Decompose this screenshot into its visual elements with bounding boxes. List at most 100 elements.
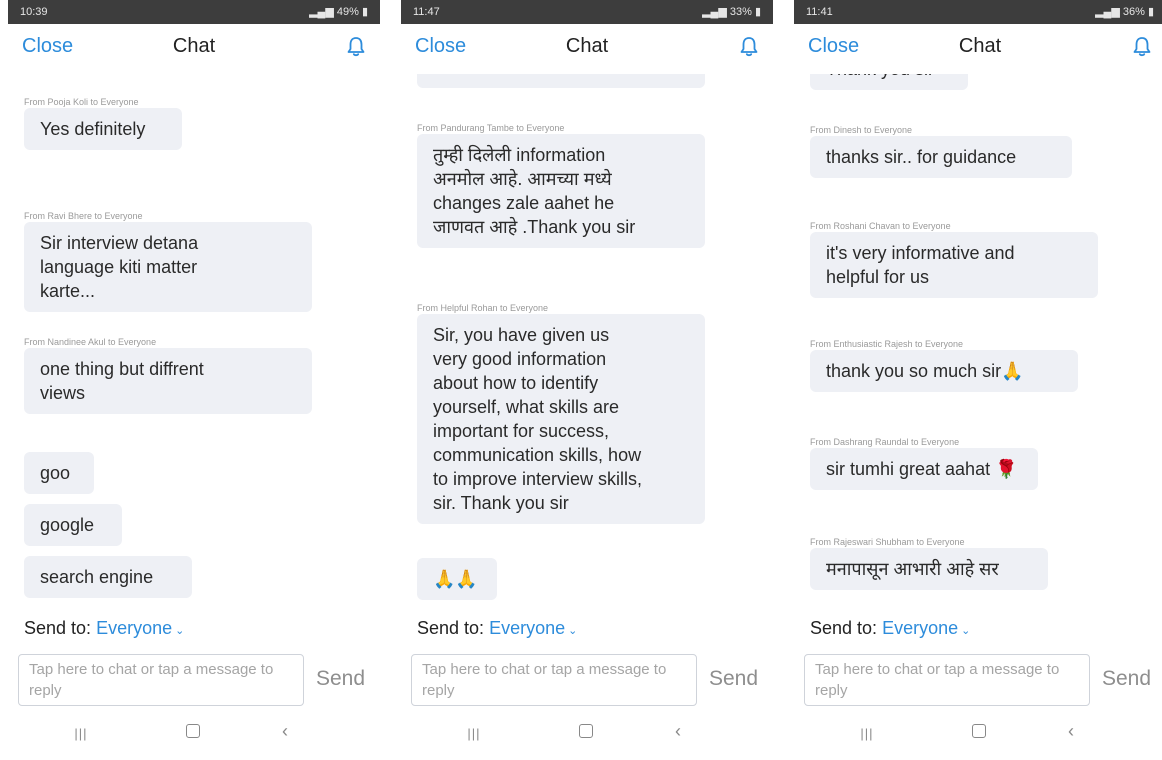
message-bubble[interactable]: तुम्ही दिलेली information अनमोल आहे. आमच… bbox=[417, 134, 705, 248]
send-to-label: Send to: bbox=[810, 618, 878, 638]
list-item[interactable]: From Enthusiastic Rajesh to Everyone than… bbox=[810, 338, 1078, 392]
system-nav-bar: ||| ‹ bbox=[8, 712, 380, 760]
bell-icon[interactable] bbox=[346, 36, 366, 58]
battery-icon: ▮ bbox=[751, 6, 761, 18]
message-bubble[interactable]: thank you so much sir🙏 bbox=[810, 350, 1078, 392]
chevron-down-icon: ⌄ bbox=[568, 625, 578, 637]
bell-icon[interactable] bbox=[739, 36, 759, 58]
send-button[interactable]: Send bbox=[316, 667, 365, 691]
message-bubble[interactable]: one thing but diffrent views bbox=[24, 348, 312, 414]
message-text: Sir interview detana language kiti matte… bbox=[40, 233, 199, 301]
status-bar: 11:41 ▂▄▆ 36% ▮ bbox=[794, 0, 1162, 24]
list-item[interactable]: From Ravi Bhere to Everyone Sir interview… bbox=[24, 210, 312, 312]
home-icon[interactable] bbox=[964, 724, 994, 743]
recipient-value: Everyone bbox=[489, 618, 566, 638]
battery-icon: ▮ bbox=[358, 6, 368, 18]
list-item[interactable]: Thank you sir bbox=[810, 74, 968, 90]
message-bubble[interactable]: thanks sir.. for guidance bbox=[810, 136, 1072, 178]
message-sender: From Pooja Koli to Everyone bbox=[24, 97, 139, 107]
message-bubble[interactable]: Sir, you have given us very good informa… bbox=[417, 314, 705, 524]
battery-icon: ▮ bbox=[1144, 6, 1154, 18]
system-nav-bar: ||| ‹ bbox=[794, 712, 1162, 760]
close-button[interactable]: Close bbox=[22, 35, 73, 58]
close-button[interactable]: Close bbox=[808, 35, 859, 58]
back-icon[interactable]: ‹ bbox=[270, 721, 300, 742]
message-text: 🙏🙏 bbox=[433, 569, 478, 589]
message-bubble[interactable]: search engine bbox=[24, 556, 192, 598]
message-bubble[interactable]: google bbox=[24, 504, 122, 546]
list-item[interactable]: google bbox=[24, 504, 122, 546]
back-icon[interactable]: ‹ bbox=[663, 721, 693, 742]
chat-screen-3: 11:41▂▄▆ 36% ▮CloseChatThank you sirFrom… bbox=[794, 0, 1162, 760]
chat-screen-2: 11:47 ▂▄▆ 33% ▮CloseChatinformative lectu… bbox=[401, 0, 773, 760]
list-item[interactable]: From Dashrang Raundal to Everyone sir tum… bbox=[810, 436, 1038, 490]
recipient-dropdown[interactable]: Everyone ⌄ bbox=[489, 618, 577, 638]
battery-indicator: ▂▄▆ 36% ▮ bbox=[1095, 0, 1154, 24]
chat-input[interactable]: Tap here to chat or tap a message to rep… bbox=[804, 654, 1090, 706]
recipient-value: Everyone bbox=[882, 618, 959, 638]
message-bubble[interactable]: 🙏🙏 bbox=[417, 558, 497, 600]
message-bubble[interactable]: Sir interview detana language kiti matte… bbox=[24, 222, 312, 312]
send-button[interactable]: Send bbox=[1102, 667, 1151, 691]
list-item[interactable]: From Roshani Chavan to Everyone it's very… bbox=[810, 220, 1098, 298]
recent-apps-icon[interactable]: ||| bbox=[852, 726, 882, 741]
list-item[interactable]: 🙏🙏 bbox=[417, 558, 497, 600]
chevron-down-icon: ⌄ bbox=[961, 625, 971, 637]
list-item[interactable]: goo bbox=[24, 452, 94, 494]
message-bubble[interactable]: it's very informative and helpful for us bbox=[810, 232, 1098, 298]
message-list: informative lecture From Pandurang Tambe … bbox=[401, 74, 773, 604]
bell-icon[interactable] bbox=[1132, 36, 1152, 58]
message-text: thank you so much sir🙏 bbox=[826, 361, 1024, 381]
send-to-row: Send to: Everyone ⌄ bbox=[417, 618, 577, 639]
list-item[interactable]: From Dinesh to Everyone thanks sir.. for … bbox=[810, 124, 1072, 178]
status-time: 11:41 bbox=[806, 6, 833, 18]
message-bubble[interactable]: Thank you sir bbox=[810, 74, 968, 90]
message-text: informative lecture bbox=[433, 74, 689, 79]
chat-header: Close Chat bbox=[401, 24, 773, 74]
signal-icon: ▂▄▆ bbox=[309, 6, 337, 18]
status-bar: 11:47 ▂▄▆ 33% ▮ bbox=[401, 0, 773, 24]
message-bubble[interactable]: मनापासून आभारी आहे सर bbox=[810, 548, 1048, 590]
list-item[interactable]: From Helpful Rohan to Everyone Sir, you h… bbox=[417, 302, 705, 524]
list-item[interactable]: From Rajeswari Shubham to Everyone मनापास… bbox=[810, 536, 1048, 590]
message-text: google bbox=[40, 515, 95, 535]
message-sender: From Dinesh to Everyone bbox=[810, 125, 913, 135]
list-item[interactable]: From Pooja Koli to Everyone Yes definitel… bbox=[24, 96, 182, 150]
home-icon[interactable] bbox=[571, 724, 601, 743]
list-item[interactable]: From Nandinee Akul to Everyone one thing … bbox=[24, 336, 312, 414]
status-time: 11:47 bbox=[413, 6, 440, 18]
list-item[interactable]: informative lecture bbox=[417, 74, 705, 88]
home-icon[interactable] bbox=[178, 724, 208, 743]
message-bubble[interactable]: sir tumhi great aahat 🌹 bbox=[810, 448, 1038, 490]
message-text: one thing but diffrent views bbox=[40, 359, 204, 403]
recipient-dropdown[interactable]: Everyone ⌄ bbox=[882, 618, 970, 638]
battery-indicator: ▂▄▆ 33% ▮ bbox=[702, 0, 761, 24]
message-bubble[interactable]: informative lecture bbox=[417, 74, 705, 88]
send-button[interactable]: Send bbox=[709, 667, 758, 691]
message-text: search engine bbox=[40, 567, 154, 587]
recent-apps-icon[interactable]: ||| bbox=[66, 726, 96, 741]
battery-percent: 49% bbox=[336, 6, 359, 18]
message-list: From Pooja Koli to Everyone Yes definitel… bbox=[8, 74, 380, 604]
chat-input[interactable]: Tap here to chat or tap a message to rep… bbox=[18, 654, 304, 706]
chat-input[interactable]: Tap here to chat or tap a message to rep… bbox=[411, 654, 697, 706]
list-item[interactable]: From Pandurang Tambe to Everyone तुम्ही द… bbox=[417, 122, 705, 248]
back-icon[interactable]: ‹ bbox=[1056, 721, 1086, 742]
chevron-down-icon: ⌄ bbox=[175, 625, 185, 637]
list-item[interactable]: search engine bbox=[24, 556, 192, 598]
chat-header: Close Chat bbox=[8, 24, 380, 74]
recipient-dropdown[interactable]: Everyone ⌄ bbox=[96, 618, 184, 638]
message-bubble[interactable]: Yes definitely bbox=[24, 108, 182, 150]
recent-apps-icon[interactable]: ||| bbox=[459, 726, 489, 741]
message-sender: From Enthusiastic Rajesh to Everyone bbox=[810, 339, 964, 349]
message-text: thanks sir.. for guidance bbox=[826, 147, 1017, 167]
close-button[interactable]: Close bbox=[415, 35, 466, 58]
system-nav-bar: ||| ‹ bbox=[401, 712, 773, 760]
message-text: Yes definitely bbox=[40, 119, 146, 139]
status-time: 10:39 bbox=[20, 6, 48, 18]
message-bubble[interactable]: goo bbox=[24, 452, 94, 494]
battery-percent: 33% bbox=[729, 6, 752, 18]
status-bar: 10:39 ▂▄▆ 49% ▮ bbox=[8, 0, 380, 24]
message-text: sir tumhi great aahat 🌹 bbox=[826, 459, 1018, 479]
message-sender: From Roshani Chavan to Everyone bbox=[810, 221, 951, 231]
